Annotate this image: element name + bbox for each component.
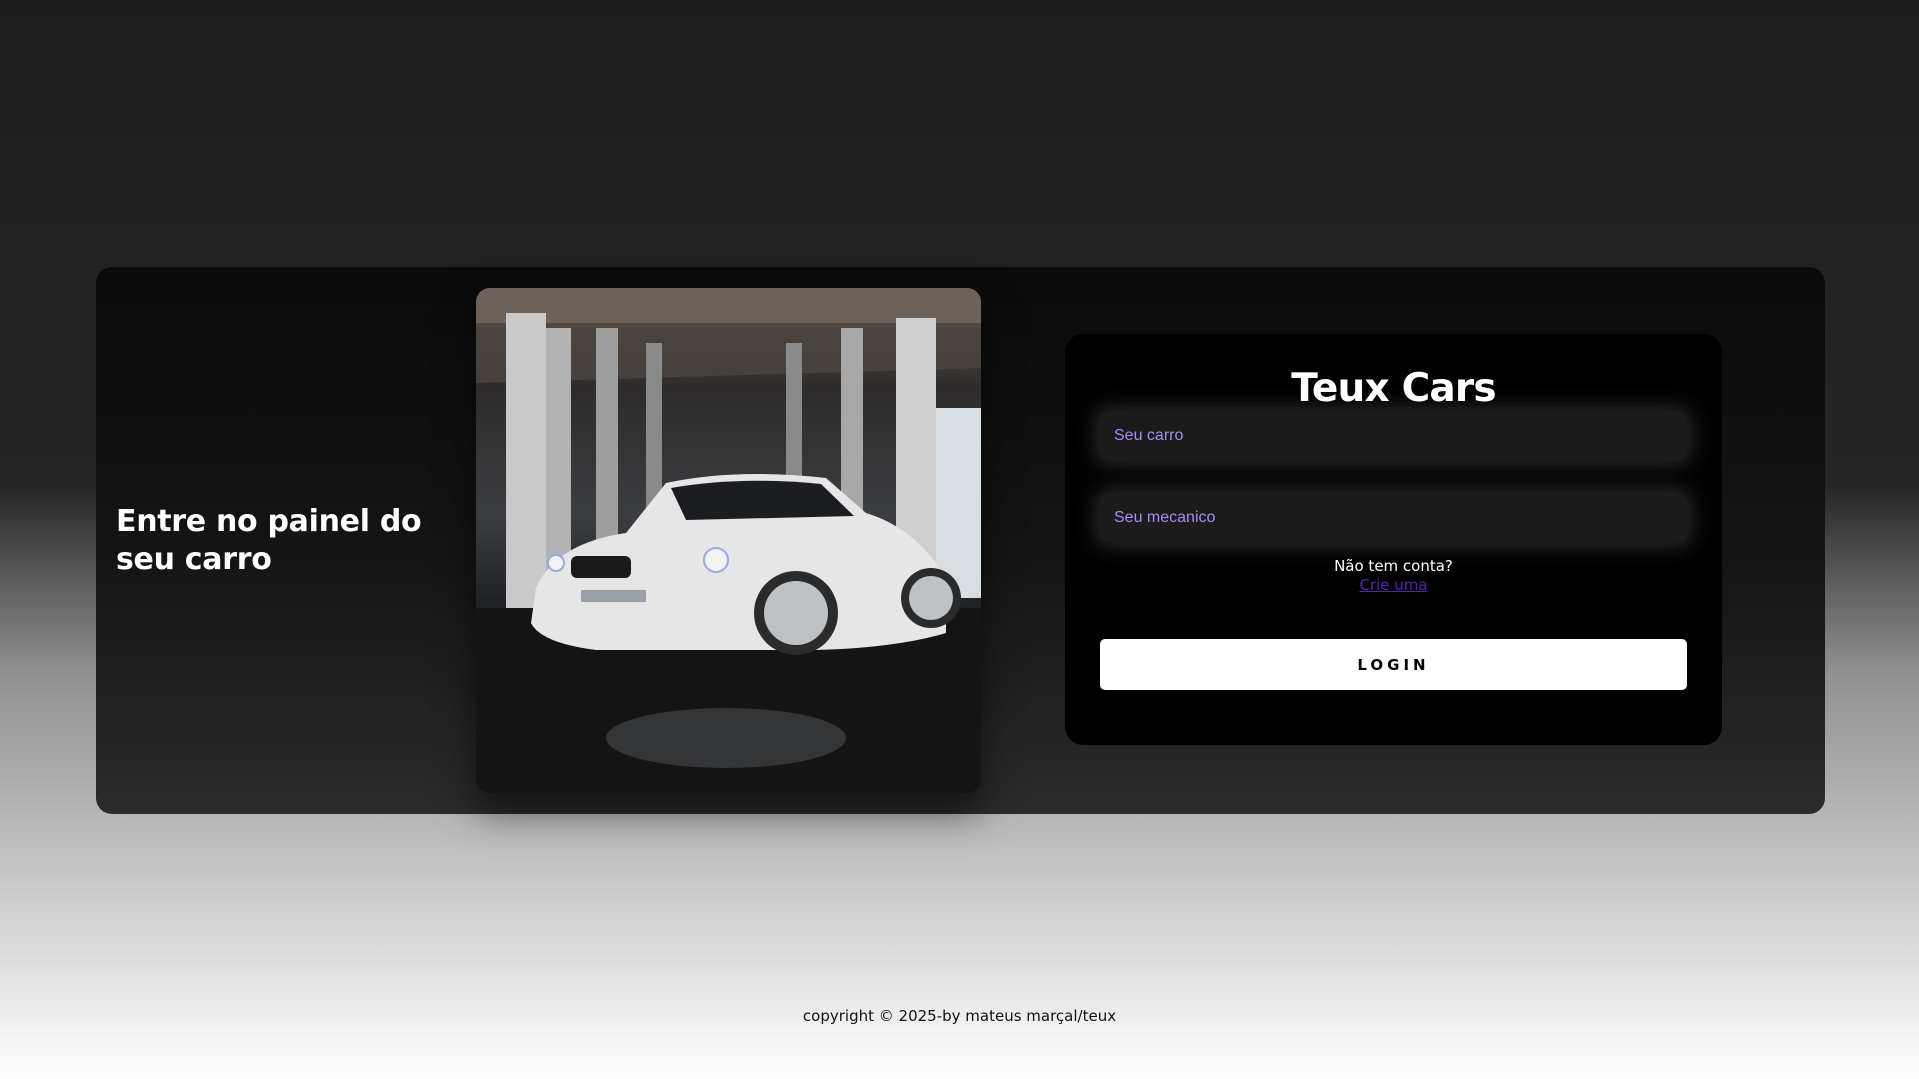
main-card: Entre no painel do seu carro Teux Cars S… — [96, 267, 1825, 814]
car-illustration — [476, 288, 981, 793]
wheel-rim — [764, 581, 828, 645]
hero-headline: Entre no painel do seu carro — [116, 504, 422, 577]
floor-reflection — [606, 708, 846, 768]
car-grille — [571, 556, 631, 578]
headlight — [547, 554, 565, 572]
brand-title: Teux Cars — [1291, 366, 1496, 411]
mechanic-input[interactable] — [1100, 494, 1687, 542]
pillar — [506, 313, 546, 613]
license-plate — [581, 590, 646, 602]
signup-link[interactable]: Crie uma — [1359, 576, 1427, 595]
no-account-text: Não tem conta? — [1334, 557, 1453, 575]
signup-prompt: Não tem conta? Crie uma — [1065, 557, 1722, 595]
background-light — [936, 408, 981, 598]
login-panel: Teux Cars Não tem conta? Crie uma LOGIN — [1065, 334, 1722, 745]
footer-copyright: copyright © 2025-by mateus marçal/teux — [802, 1007, 1117, 1025]
car-photo — [476, 288, 981, 793]
wheel-rim — [909, 576, 953, 620]
headlight — [703, 547, 729, 573]
login-button[interactable]: LOGIN — [1100, 639, 1687, 690]
car-input[interactable] — [1100, 412, 1687, 460]
